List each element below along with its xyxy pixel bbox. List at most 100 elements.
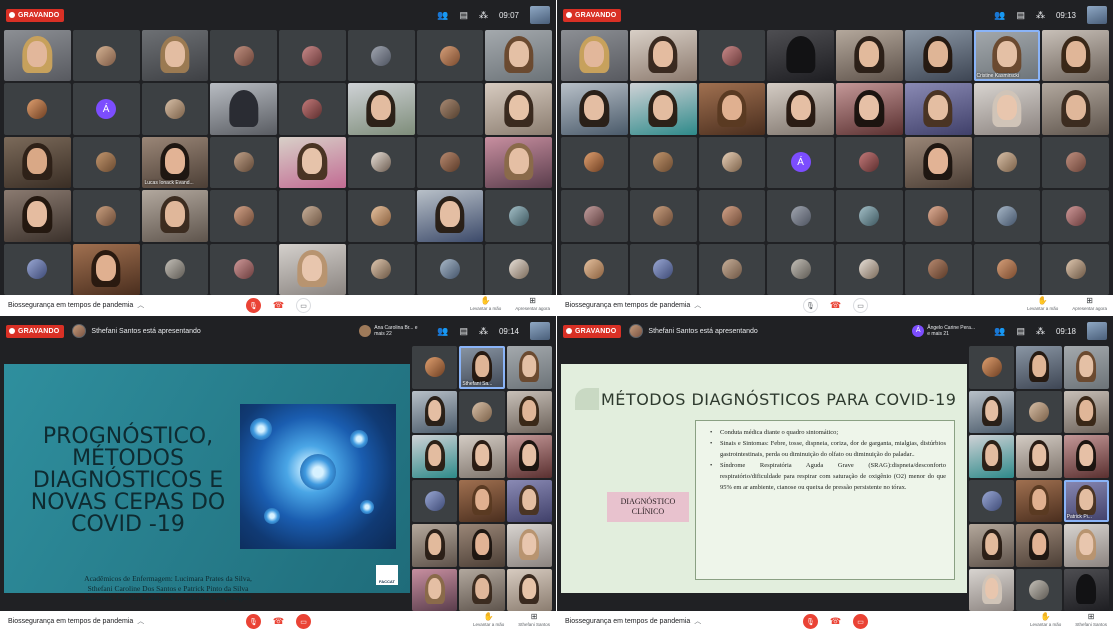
participant-tile[interactable] (485, 136, 552, 189)
activities-icon[interactable]: ⁂ (1036, 10, 1045, 21)
participants-icon[interactable]: 👥 (994, 10, 1005, 21)
participant-tile[interactable] (459, 568, 505, 611)
participant-tile[interactable] (561, 83, 628, 135)
meeting-details[interactable]: Biossegurança em tempos de pandemia ︿ (8, 616, 144, 626)
participant-tile[interactable] (72, 136, 140, 189)
participant-tile[interactable] (506, 524, 552, 567)
participants-icon[interactable]: 👥 (437, 10, 448, 21)
participant-tile[interactable] (412, 568, 458, 611)
participant-tile[interactable] (973, 83, 1041, 135)
participant-tile[interactable]: Lucas Ionack Evand... (141, 136, 209, 189)
camera-off-button[interactable]: ▭ (853, 614, 868, 629)
participant-tile[interactable] (836, 190, 903, 242)
participant-tile[interactable] (412, 390, 458, 433)
mic-off-button[interactable]: 🎙 (246, 614, 261, 629)
participant-tile[interactable] (210, 30, 277, 82)
participant-tile[interactable] (969, 346, 1015, 389)
participant-tile[interactable] (4, 136, 71, 189)
participant-tile[interactable] (629, 243, 697, 295)
participant-tile[interactable] (969, 435, 1015, 478)
participant-tile[interactable] (904, 243, 972, 295)
participant-tile[interactable] (416, 243, 484, 295)
participant-tile[interactable] (141, 190, 209, 242)
participant-tile[interactable] (1042, 136, 1109, 189)
participant-tile[interactable] (506, 479, 552, 522)
participant-tile[interactable] (1042, 30, 1109, 82)
meeting-details[interactable]: Biossegurança em tempos de pandemia ︿ (8, 300, 144, 310)
chat-icon[interactable]: ▤ (459, 10, 468, 21)
participant-tile[interactable] (485, 243, 552, 295)
participant-tile[interactable] (904, 190, 972, 242)
participant-tile[interactable] (973, 243, 1041, 295)
participant-tile[interactable] (141, 243, 209, 295)
participant-tile[interactable] (836, 243, 903, 295)
raise-hand-button[interactable]: ✋ Levantar a mão (1030, 612, 1061, 628)
participant-tile[interactable] (72, 190, 140, 242)
participant-tile[interactable]: Cristine Kasmirscki (973, 30, 1041, 82)
raise-hand-button[interactable]: ✋ Levantar a mão (1027, 296, 1058, 312)
participant-tile[interactable] (1063, 524, 1109, 567)
participant-tile[interactable] (904, 83, 972, 135)
participant-tile[interactable] (836, 83, 903, 135)
participant-tile[interactable] (141, 83, 209, 135)
recently-joined[interactable]: Á Ângelo Carine Pera... e mais 21 (912, 325, 977, 337)
participant-tile[interactable] (1042, 243, 1109, 295)
present-now-button[interactable]: ⊞ Apresentar agora (1072, 296, 1107, 312)
participant-tile[interactable] (210, 190, 277, 242)
participant-tile[interactable] (347, 30, 415, 82)
participant-tile[interactable] (836, 30, 903, 82)
participant-tile[interactable] (1063, 568, 1109, 611)
hang-up-button[interactable]: ☎ (828, 298, 843, 313)
participant-tile[interactable] (767, 190, 834, 242)
participant-tile[interactable] (485, 83, 552, 135)
participant-tile[interactable] (1016, 568, 1062, 611)
participant-tile[interactable] (561, 136, 628, 189)
mic-button[interactable]: 🎙 (803, 298, 818, 313)
participant-tile[interactable] (416, 190, 484, 242)
participant-tile[interactable] (347, 190, 415, 242)
participant-tile[interactable] (459, 435, 505, 478)
meeting-details[interactable]: Biossegurança em tempos de pandemia ︿ (565, 616, 701, 626)
hang-up-button[interactable]: ☎ (828, 614, 843, 629)
self-view-thumbnail[interactable] (1087, 6, 1107, 24)
participant-tile[interactable] (347, 136, 415, 189)
participant-tile[interactable] (506, 390, 552, 433)
participant-tile[interactable] (210, 83, 277, 135)
participant-tile[interactable] (72, 243, 140, 295)
participant-tile[interactable] (629, 30, 697, 82)
participant-tile[interactable] (72, 30, 140, 82)
activities-icon[interactable]: ⁂ (1036, 326, 1045, 337)
participant-tile[interactable] (412, 524, 458, 567)
participant-tile[interactable] (412, 435, 458, 478)
participant-tile[interactable] (1063, 435, 1109, 478)
participant-tile[interactable] (412, 346, 458, 389)
participant-tile[interactable] (698, 243, 766, 295)
present-now-button[interactable]: ⊞ Apresentar agora (515, 296, 550, 312)
participant-tile[interactable] (836, 136, 903, 189)
self-view-thumbnail[interactable] (530, 322, 550, 340)
participant-tile[interactable] (767, 83, 834, 135)
participant-tile[interactable] (412, 479, 458, 522)
chat-icon[interactable]: ▤ (459, 326, 468, 337)
participant-tile[interactable] (141, 30, 209, 82)
participant-tile[interactable] (459, 479, 505, 522)
participant-tile[interactable] (459, 390, 505, 433)
participant-tile[interactable] (485, 30, 552, 82)
chat-icon[interactable]: ▤ (1016, 326, 1025, 337)
participant-tile[interactable] (629, 83, 697, 135)
participant-tile[interactable] (969, 568, 1015, 611)
participant-tile[interactable] (561, 190, 628, 242)
participant-tile[interactable] (629, 190, 697, 242)
camera-button[interactable]: ▭ (296, 298, 311, 313)
participant-tile[interactable] (4, 243, 71, 295)
participant-tile[interactable]: Patrick Pi... (1063, 479, 1109, 522)
self-view-thumbnail[interactable] (530, 6, 550, 24)
recently-joined[interactable]: Ana Carolina Br... e mais 22 (359, 325, 420, 337)
participant-tile[interactable] (416, 30, 484, 82)
activities-icon[interactable]: ⁂ (479, 10, 488, 21)
participants-icon[interactable]: 👥 (437, 326, 448, 337)
participant-tile[interactable] (973, 136, 1041, 189)
participant-tile[interactable] (4, 190, 71, 242)
raise-hand-button[interactable]: ✋ Levantar a mão (473, 612, 504, 628)
participant-tile[interactable]: Á (72, 83, 140, 135)
